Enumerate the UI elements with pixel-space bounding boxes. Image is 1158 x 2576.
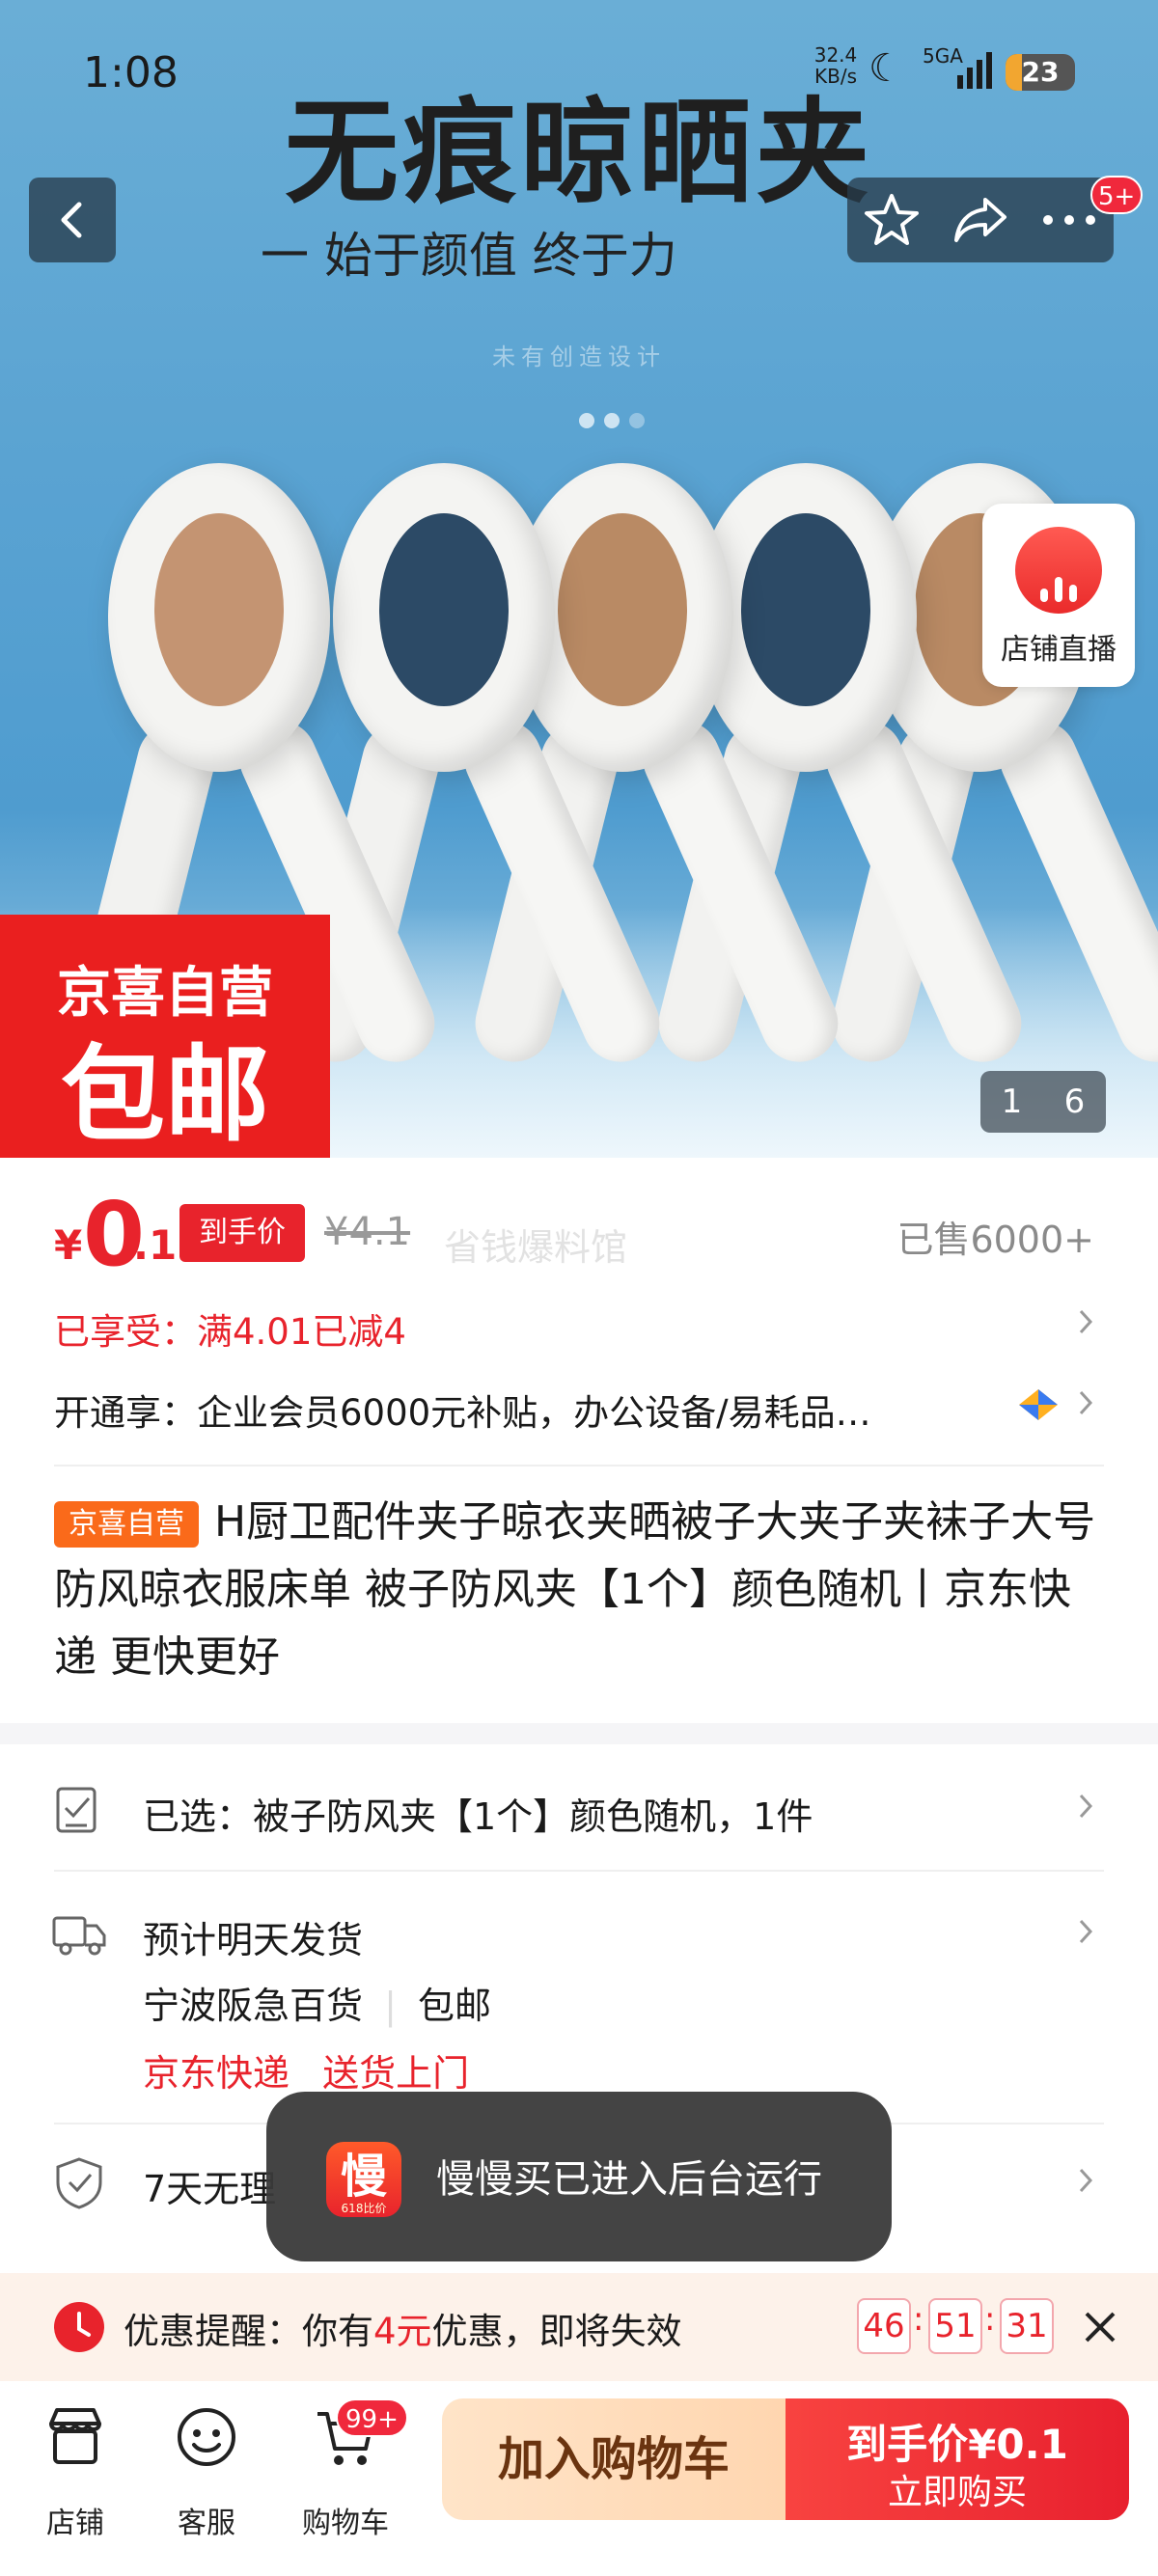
price-decimal: .1: [133, 1221, 178, 1269]
star-icon: [865, 194, 919, 245]
signal-icon: [957, 52, 992, 89]
carousel-dot: [604, 413, 620, 428]
chevron-right-icon: [1071, 1912, 1100, 1951]
clip-ring: [108, 463, 330, 772]
divider: [54, 1870, 1104, 1872]
close-icon[interactable]: [1079, 2306, 1121, 2348]
shield-icon: [56, 2157, 102, 2209]
reminder-text: 优惠提醒：你有4元优惠，即将失效: [124, 2302, 682, 2354]
section-gap: [0, 1723, 1158, 1744]
coupon-reminder-bar[interactable]: 优惠提醒：你有4元优惠，即将失效 46 : 51 : 31: [0, 2273, 1158, 2381]
network-speed: 32.4 KB/s: [807, 44, 865, 87]
store-live-button[interactable]: 店铺直播: [982, 504, 1135, 687]
clip-hole: [154, 513, 284, 706]
timer-colon: :: [984, 2300, 996, 2339]
notification-badge: 5+: [1090, 176, 1144, 214]
buy-now-button[interactable]: 到手价¥0.1 立即购买: [786, 2398, 1129, 2520]
clip-hole: [379, 513, 509, 706]
carousel-dot: [579, 413, 594, 428]
separator: |: [384, 1985, 397, 2027]
favorite-button[interactable]: [847, 178, 936, 262]
image-total: 6: [1063, 1082, 1086, 1121]
clip-hole: [741, 513, 870, 706]
buy-price: 到手价¥0.1: [846, 2421, 1068, 2468]
final-price-tag: 到手价: [179, 1204, 305, 1262]
chevron-right-icon: [1071, 1787, 1100, 1825]
clip-ring: [333, 463, 555, 772]
chevron-right-icon: [1071, 1302, 1100, 1341]
reminder-suffix: 优惠，即将失效: [431, 2311, 682, 2352]
watermark: 省钱爆料馆: [444, 1226, 628, 1269]
reminder-label: 优惠提醒：你有: [124, 2311, 373, 2352]
bar-chart-icon: [1040, 577, 1077, 602]
selected-spec-text: 已选：被子防风夹【1个】颜色随机，1件: [143, 1795, 813, 1838]
share-button[interactable]: [936, 178, 1025, 262]
hero-subtitle: 一 始于颜值 终于力: [261, 217, 677, 287]
member-text: 开通享：企业会员6000元补贴，办公设备/易耗品…: [54, 1392, 871, 1434]
status-time: 1:08: [83, 48, 179, 97]
ship-free: 包邮: [418, 1985, 492, 2027]
app-logo-subtext: 618比价: [341, 2202, 387, 2215]
promo-box: 京喜自营 包邮: [0, 915, 330, 1158]
timer-colon: :: [913, 2300, 924, 2339]
image-index: 1: [1001, 1082, 1023, 1121]
carousel-dot: [629, 413, 645, 428]
reminder-amount: 4元: [373, 2311, 432, 2352]
live-label: 店铺直播: [1001, 633, 1117, 667]
share-icon: [954, 198, 1006, 242]
chevron-right-icon: [1071, 1384, 1100, 1422]
back-button[interactable]: [29, 178, 116, 262]
original-price: ¥4.1: [324, 1210, 411, 1254]
store-label: 店铺: [46, 2507, 104, 2540]
return-text: 7天无理: [143, 2168, 277, 2210]
store-tab[interactable]: 店铺: [17, 2402, 133, 2540]
more-icon: [1043, 215, 1095, 225]
network-speed-unit: KB/s: [814, 65, 857, 88]
chevron-left-icon: [61, 202, 82, 238]
discount-text: 已享受：满4.01已减4: [54, 1311, 406, 1353]
image-counter: 1 6: [980, 1071, 1106, 1133]
clock-icon: [54, 2302, 104, 2352]
toast-notification: 慢 618比价 慢慢买已进入后台运行: [266, 2092, 892, 2261]
clip-hole: [558, 513, 687, 706]
cart-count-badge: 99+: [336, 2398, 408, 2437]
battery-icon: 23: [1006, 54, 1075, 91]
timer-seconds: 31: [1000, 2298, 1054, 2354]
cart-label: 购物车: [302, 2507, 389, 2540]
service-label: 客服: [178, 2507, 235, 2540]
spec-icon: [56, 1787, 96, 1833]
member-diamond-icon: [1019, 1389, 1058, 1420]
moon-icon: ☾: [868, 46, 903, 91]
header-actions: [847, 178, 1114, 262]
battery-level: 23: [1021, 56, 1060, 88]
chevron-right-icon: [1071, 2161, 1100, 2200]
customer-service-icon: [178, 2408, 235, 2466]
truck-icon: [52, 1916, 106, 1956]
store-icon: [49, 2408, 101, 2464]
promo-line2: 包邮: [60, 1035, 269, 1156]
service-tab[interactable]: 客服: [149, 2402, 264, 2540]
sold-count: 已售6000+: [896, 1219, 1094, 1261]
timer-minutes: 51: [928, 2298, 982, 2354]
ship-store: 宁波阪急百货 | 包邮: [143, 1976, 491, 2029]
ship-express-name: 京东快递: [143, 2052, 290, 2095]
timer-hours: 46: [857, 2298, 911, 2354]
ship-store-name: 宁波阪急百货: [143, 1985, 364, 2027]
buy-label: 立即购买: [887, 2473, 1027, 2512]
divider: [54, 1465, 1104, 1466]
live-icon: [1015, 527, 1102, 614]
ship-door: 送货上门: [322, 2052, 470, 2095]
network-speed-value: 32.4: [813, 43, 858, 67]
hero-faint-text: 未有创造设计: [492, 343, 666, 370]
product-title: H厨卫配件夹子晾衣夹晒被子大夹子夹袜子大号防风晾衣服床单 被子防风夹【1个】颜色…: [54, 1497, 1096, 1682]
ship-estimate: 预计明天发货: [143, 1919, 364, 1961]
toast-text: 慢慢买已进入后台运行: [436, 2157, 822, 2202]
ship-express: 京东快递 送货上门: [143, 2043, 469, 2096]
price-symbol: ¥: [54, 1221, 83, 1269]
add-to-cart-button[interactable]: 加入购物车: [442, 2398, 786, 2520]
hero-subtitle-text: 一 始于颜值 终于力: [261, 228, 677, 284]
